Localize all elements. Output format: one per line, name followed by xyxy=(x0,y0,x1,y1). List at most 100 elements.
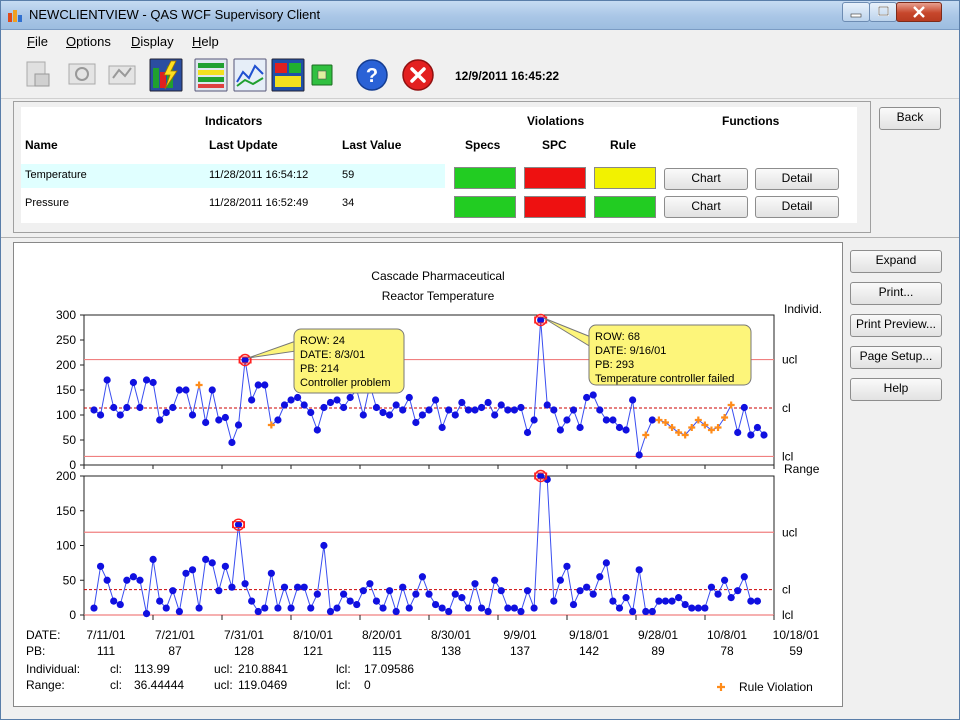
individual-point xyxy=(563,416,571,424)
row-last-update: 11/28/2011 16:52:49 xyxy=(209,197,309,209)
individual-point xyxy=(359,411,367,419)
range-point xyxy=(727,594,735,602)
panel-view-icon[interactable] xyxy=(271,58,305,92)
individual-point xyxy=(760,431,768,439)
help-button[interactable]: Help xyxy=(850,378,942,401)
annotation-line: PB: 214 xyxy=(300,363,339,375)
individual-point xyxy=(103,376,111,384)
range-point xyxy=(136,576,144,584)
individual-point xyxy=(136,403,144,412)
column-header-specs: Specs xyxy=(465,138,501,152)
print-preview-button[interactable]: Print Preview... xyxy=(850,314,942,337)
menu-file[interactable]: File xyxy=(27,34,48,49)
range-point xyxy=(576,587,584,595)
range-point xyxy=(602,559,610,567)
range-point xyxy=(320,541,328,550)
individual-point xyxy=(234,421,243,429)
range-point xyxy=(188,566,197,574)
range-point xyxy=(228,583,236,591)
line-chart-icon[interactable] xyxy=(233,58,267,92)
individual-point xyxy=(576,423,584,432)
individual-point xyxy=(648,416,656,424)
range-point xyxy=(445,607,453,616)
list-view-icon[interactable] xyxy=(194,58,228,92)
range-point xyxy=(241,580,249,588)
summary-lcl-value: 17.09586 xyxy=(364,662,414,676)
range-point xyxy=(392,607,400,616)
range-point xyxy=(714,590,722,598)
close-button[interactable] xyxy=(896,2,942,22)
range-point xyxy=(129,573,138,581)
chart-button-pressure[interactable]: Chart xyxy=(664,196,748,218)
column-header-spc: SPC xyxy=(542,138,567,152)
individual-point xyxy=(602,416,610,424)
range-point xyxy=(300,583,308,591)
range-point xyxy=(103,576,111,584)
range-point xyxy=(182,569,190,577)
detail-button-pressure[interactable]: Detail xyxy=(755,196,839,218)
range-point xyxy=(202,555,210,563)
individual-point xyxy=(399,406,407,414)
range-point xyxy=(280,583,289,591)
annotation-line: Temperature controller failed xyxy=(595,373,734,385)
individual-point xyxy=(523,428,532,437)
chart-button-temperature[interactable]: Chart xyxy=(664,168,748,190)
range-point xyxy=(629,607,637,616)
menu-help[interactable]: Help xyxy=(192,34,219,49)
range-y-tick-label: 0 xyxy=(69,608,76,622)
summary-ucl-value: 210.8841 xyxy=(238,662,288,676)
individual-cl-label: cl xyxy=(782,401,791,415)
pb-tick-label: 142 xyxy=(579,644,599,658)
detail-button-temperature[interactable]: Detail xyxy=(755,168,839,190)
expand-button[interactable]: Expand xyxy=(850,250,942,273)
close-red-icon[interactable] xyxy=(401,58,435,92)
individual-point xyxy=(129,378,138,387)
range-point xyxy=(169,587,177,595)
range-point xyxy=(156,597,164,605)
lightning-chart-icon[interactable] xyxy=(149,58,183,92)
spc-status-indicator xyxy=(524,196,586,218)
individual-point xyxy=(753,423,762,432)
range-point xyxy=(464,604,473,612)
individual-axis-label: Individ. xyxy=(784,302,822,316)
individual-point xyxy=(405,393,413,402)
range-point xyxy=(149,555,157,563)
stop-icon[interactable] xyxy=(311,64,333,86)
range-point xyxy=(484,607,492,616)
individual-point xyxy=(123,403,131,412)
page-setup-icon[interactable] xyxy=(105,58,139,92)
range-point xyxy=(477,604,486,612)
range-point xyxy=(215,587,223,595)
individual-point xyxy=(530,416,538,424)
range-point xyxy=(340,590,348,598)
range-cl-label: cl xyxy=(782,583,791,597)
title-bar[interactable]: NEWCLIENTVIEW - QAS WCF Supervisory Clie… xyxy=(1,1,959,30)
page-setup-button[interactable]: Page Setup... xyxy=(850,346,942,369)
print-preview-icon[interactable] xyxy=(65,58,99,92)
range-point xyxy=(346,597,354,605)
individual-y-tick-label: 100 xyxy=(56,408,76,422)
window-title: NEWCLIENTVIEW - QAS WCF Supervisory Clie… xyxy=(29,7,321,22)
help-icon[interactable]: ? xyxy=(355,58,389,92)
individual-point xyxy=(609,416,617,424)
individual-point xyxy=(497,401,505,409)
individual-point xyxy=(629,396,637,404)
range-point xyxy=(471,580,479,588)
range-point xyxy=(740,573,748,581)
range-point xyxy=(707,583,716,591)
range-point xyxy=(96,562,105,570)
minimize-button[interactable] xyxy=(842,2,870,22)
back-button[interactable]: Back xyxy=(879,107,941,130)
print-icon[interactable] xyxy=(21,58,55,92)
maximize-button[interactable] xyxy=(869,2,897,22)
individual-point xyxy=(182,386,190,394)
range-point xyxy=(530,604,538,612)
individual-point xyxy=(622,426,630,434)
individual-point xyxy=(589,391,597,399)
individual-point xyxy=(156,416,164,424)
menu-options[interactable]: Options xyxy=(66,34,111,49)
print-button[interactable]: Print... xyxy=(850,282,942,305)
menu-display[interactable]: Display xyxy=(131,34,174,49)
individual-point xyxy=(294,393,302,402)
panel-divider[interactable] xyxy=(1,237,959,238)
